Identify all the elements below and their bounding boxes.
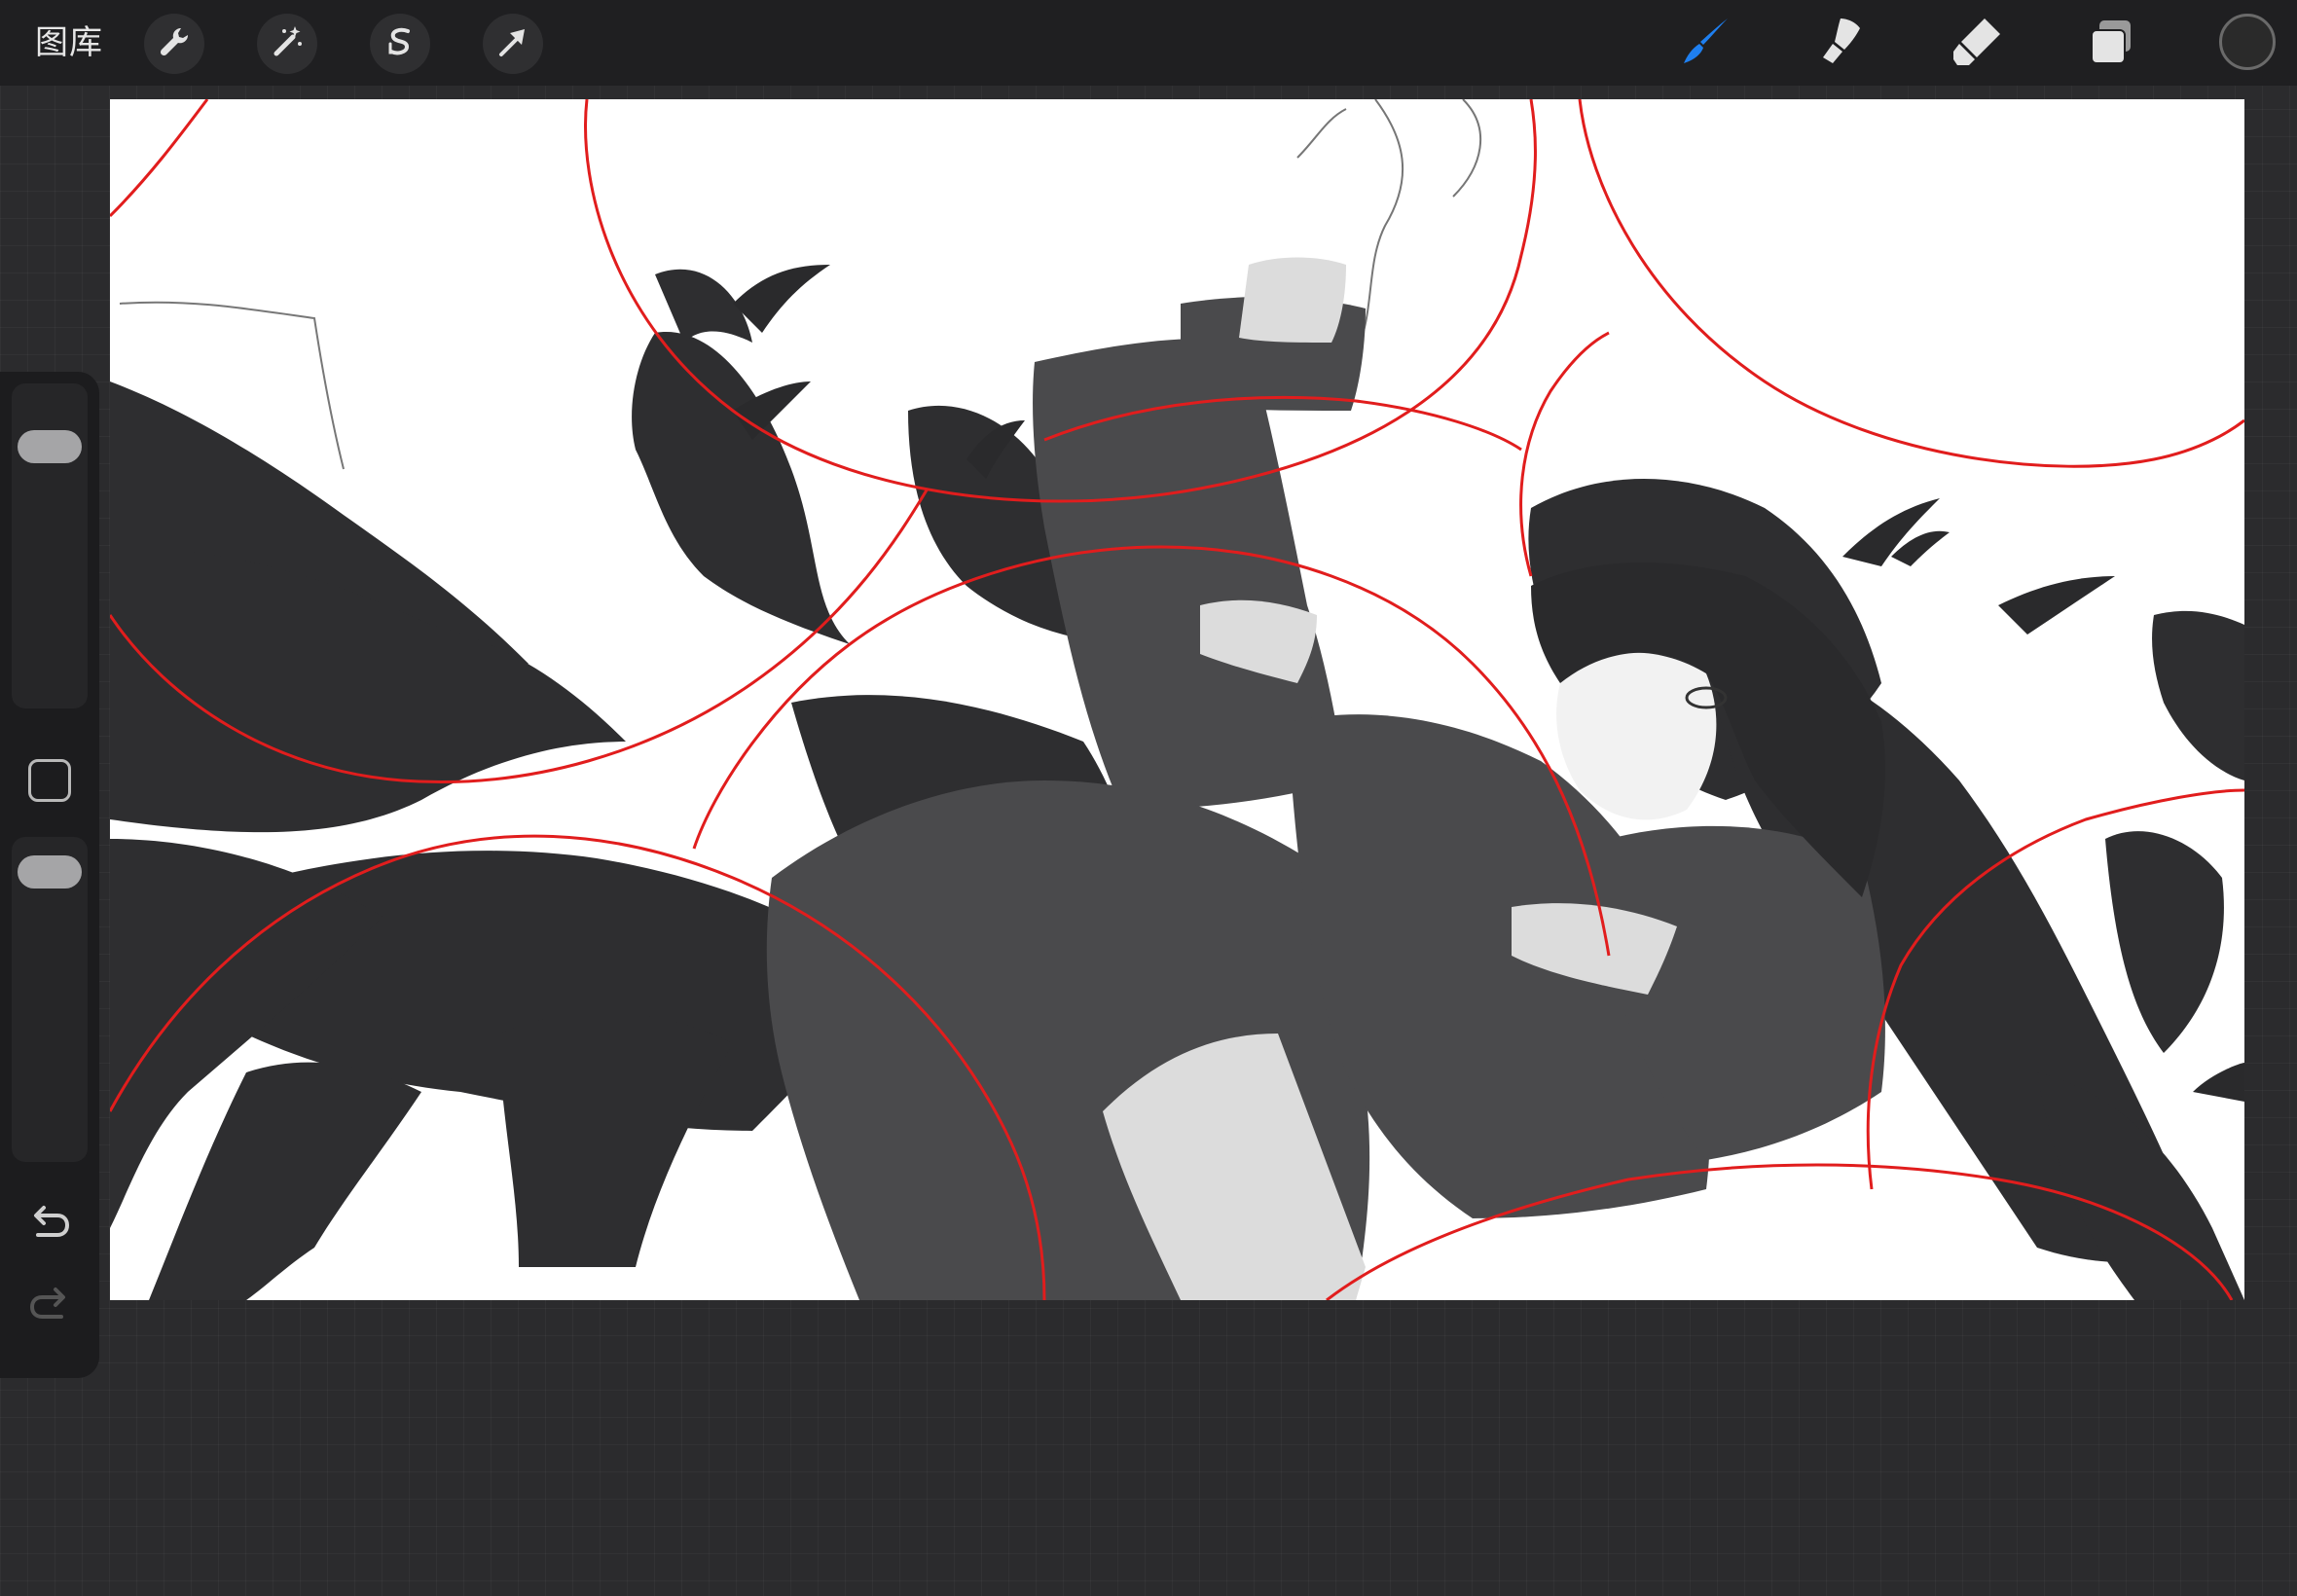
redo-button[interactable] bbox=[25, 1283, 74, 1331]
smudge-button[interactable] bbox=[1808, 12, 1873, 76]
brush-opacity-slider[interactable] bbox=[12, 837, 88, 1162]
artwork bbox=[110, 99, 2244, 1300]
magic-wand-icon bbox=[268, 22, 307, 65]
undo-button[interactable] bbox=[25, 1201, 74, 1250]
drawing-canvas[interactable] bbox=[110, 99, 2244, 1300]
brush-opacity-thumb[interactable] bbox=[18, 855, 82, 889]
layers-icon bbox=[2082, 13, 2140, 75]
transform-button[interactable] bbox=[483, 14, 543, 74]
procreate-app: 图库 bbox=[0, 0, 2297, 1596]
transform-arrow-icon bbox=[493, 22, 532, 65]
brush-size-slider[interactable] bbox=[12, 383, 88, 708]
redo-arrow-icon bbox=[28, 1284, 71, 1330]
erase-button[interactable] bbox=[1945, 12, 2009, 76]
wrench-icon bbox=[155, 22, 194, 65]
modify-button[interactable] bbox=[28, 759, 71, 802]
selection-button[interactable] bbox=[370, 14, 430, 74]
adjustments-button[interactable] bbox=[257, 14, 317, 74]
gallery-button[interactable]: 图库 bbox=[35, 21, 103, 64]
top-toolbar: 图库 bbox=[0, 0, 2297, 86]
layers-button[interactable] bbox=[2079, 12, 2143, 76]
selection-s-icon bbox=[381, 22, 419, 65]
left-sidebar bbox=[0, 372, 99, 1378]
color-picker-button[interactable] bbox=[2219, 14, 2276, 70]
actions-button[interactable] bbox=[144, 14, 204, 74]
paint-button[interactable] bbox=[1674, 12, 1738, 76]
brush-icon bbox=[1677, 13, 1735, 75]
smudge-icon bbox=[1811, 13, 1870, 75]
undo-arrow-icon bbox=[28, 1202, 71, 1249]
brush-size-thumb[interactable] bbox=[18, 430, 82, 463]
eraser-icon bbox=[1948, 13, 2006, 75]
